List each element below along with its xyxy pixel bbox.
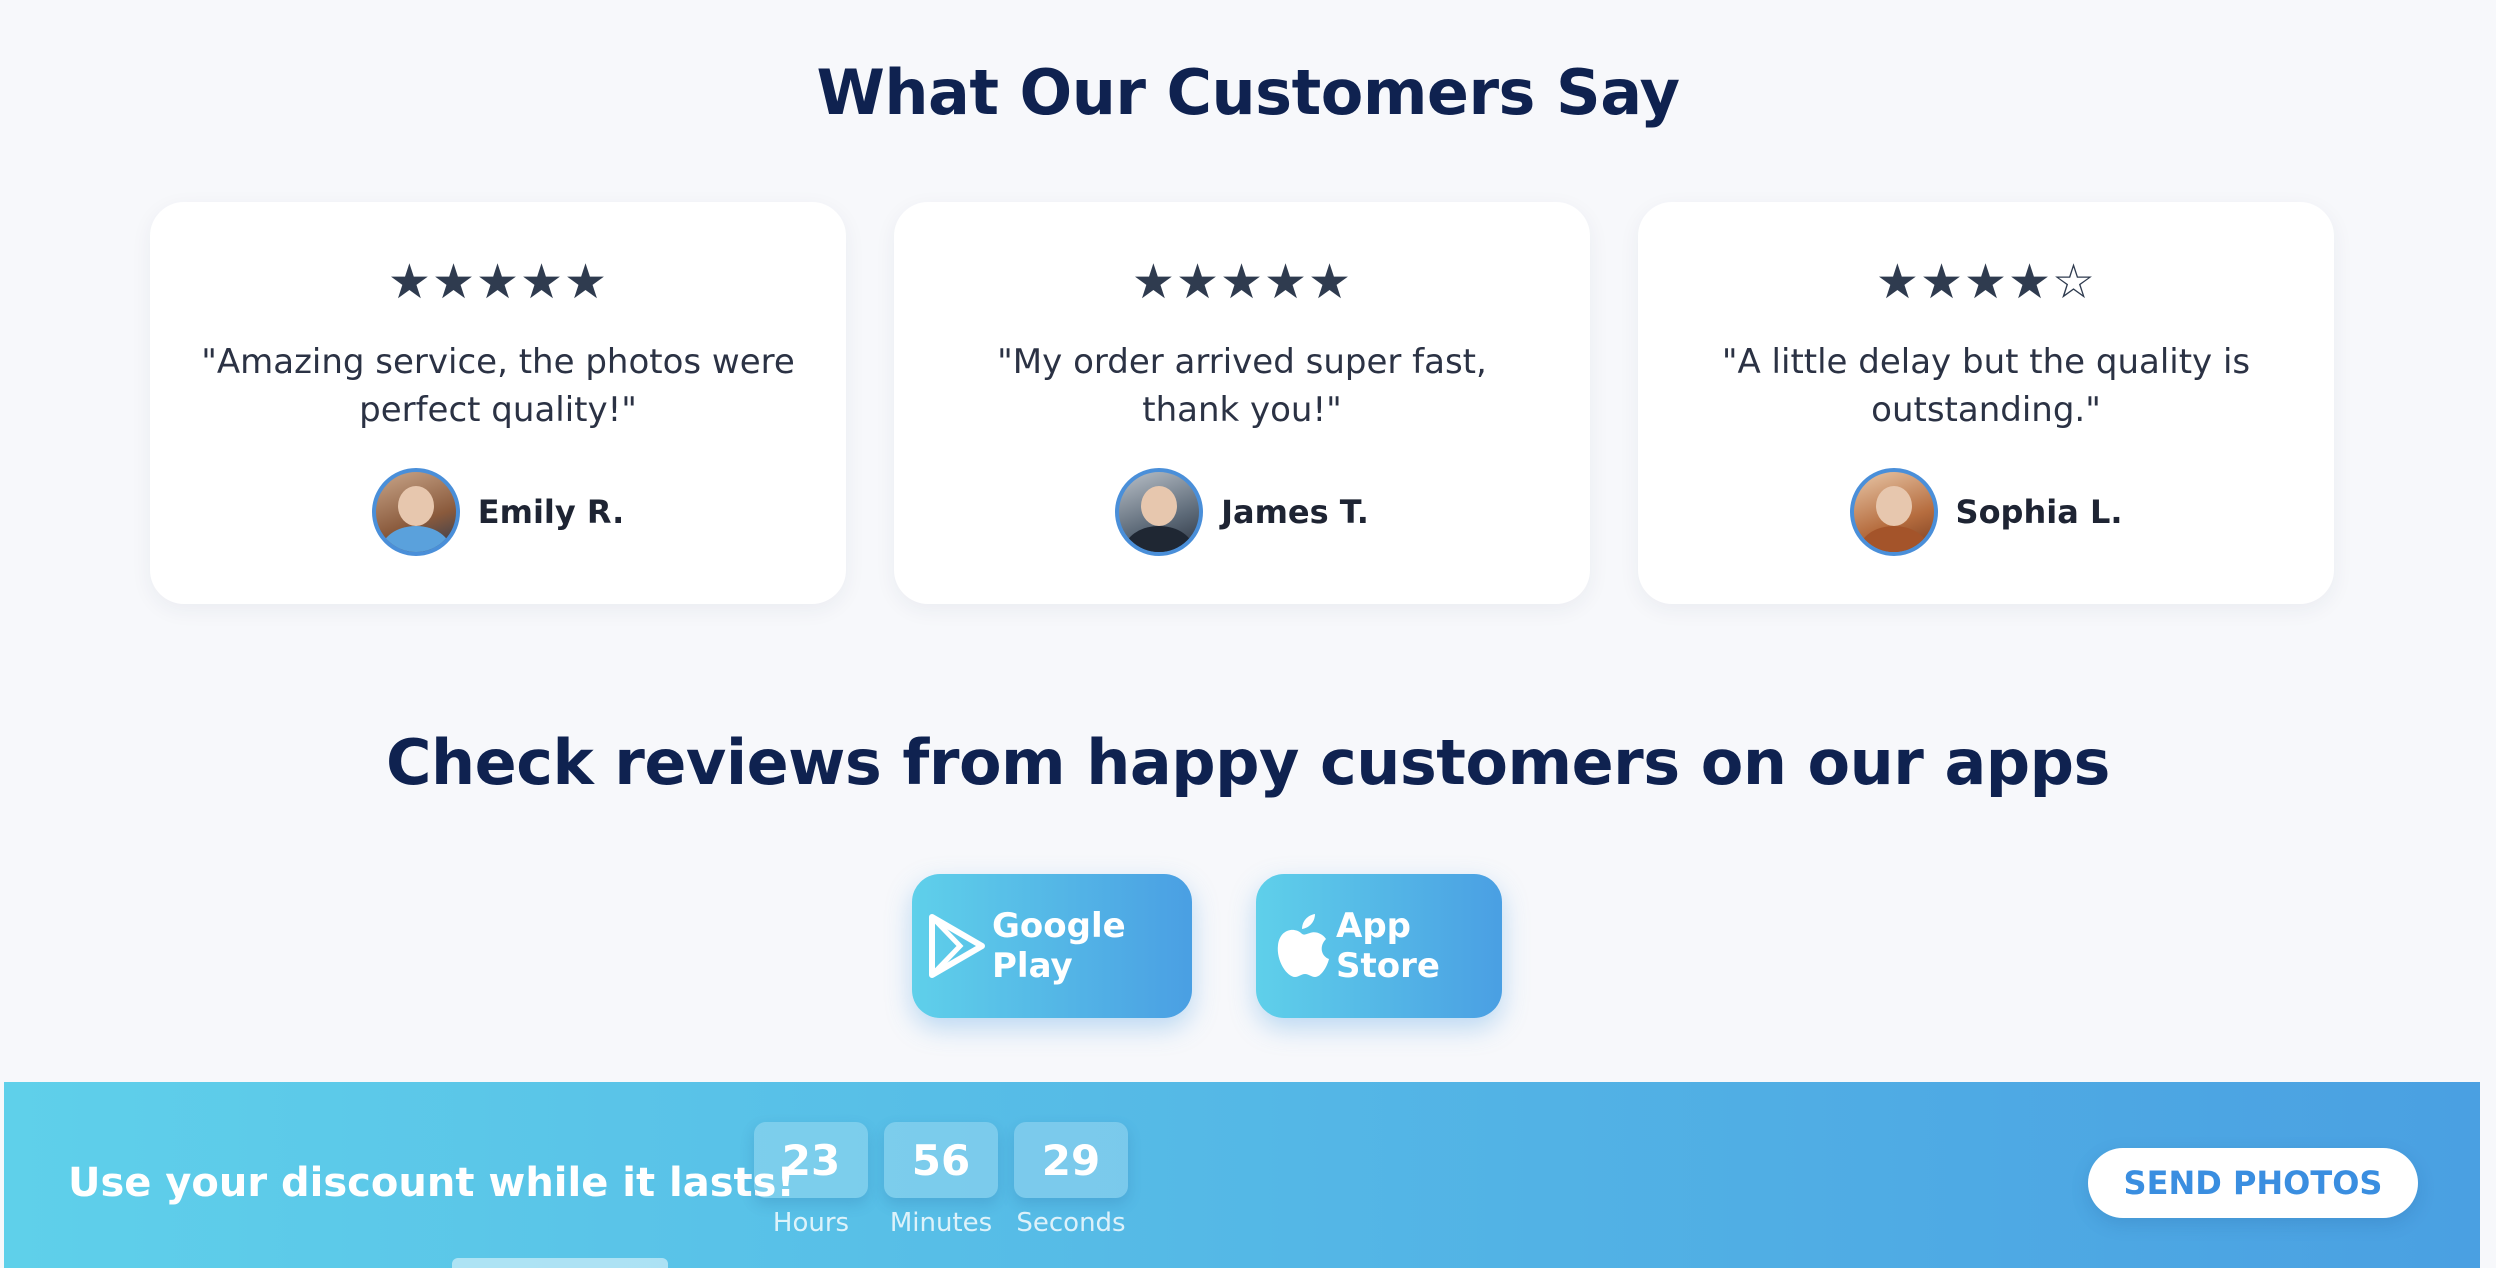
send-photos-button[interactable]: SEND PHOTOS	[2088, 1148, 2418, 1218]
avatar	[1115, 468, 1204, 556]
countdown-value: 29	[1014, 1122, 1128, 1198]
discount-banner: Use your discount while it lasts! 23 Hou…	[4, 1082, 2480, 1268]
review-card: ★★★★★ "My order arrived super fast, than…	[894, 202, 1590, 604]
star-rating: ★★★★☆	[1875, 254, 2097, 310]
review-card: ★★★★☆ "A little delay but the quality is…	[1638, 202, 2334, 604]
countdown-hours: 23 Hours	[754, 1122, 868, 1238]
review-quote: "A little delay but the quality is outst…	[1721, 342, 2251, 430]
apple-icon	[1277, 914, 1329, 977]
avatar	[1849, 468, 1938, 556]
review-cards: ★★★★★ "Amazing service, the photos were …	[150, 202, 2334, 604]
countdown-seconds: 29 Seconds	[1014, 1122, 1128, 1238]
review-quote: "My order arrived super fast, thank you!…	[997, 342, 1487, 430]
review-quote: "Amazing service, the photos were perfec…	[201, 342, 795, 430]
author-name: Sophia L.	[1955, 493, 2123, 531]
countdown-timer: 23 Hours 56 Minutes 29 Seconds	[754, 1122, 1128, 1238]
countdown-value: 56	[884, 1122, 998, 1198]
google-play-icon	[929, 914, 985, 978]
google-play-label: Google Play	[992, 906, 1126, 986]
countdown-minutes: 56 Minutes	[884, 1122, 998, 1238]
apps-section-title: Check reviews from happy customers on ou…	[386, 726, 2110, 799]
star-rating: ★★★★★	[1131, 254, 1353, 310]
google-play-button[interactable]: Google Play	[912, 874, 1192, 1018]
banner-tab[interactable]	[452, 1258, 668, 1268]
review-author: James T.	[894, 468, 1590, 556]
review-author: Sophia L.	[1638, 468, 2334, 556]
author-name: Emily R.	[477, 493, 625, 531]
review-card: ★★★★★ "Amazing service, the photos were …	[150, 202, 846, 604]
countdown-label: Seconds	[1016, 1208, 1126, 1238]
star-rating: ★★★★★	[387, 254, 609, 310]
countdown-value: 23	[754, 1122, 868, 1198]
author-name: James T.	[1221, 493, 1369, 531]
countdown-label: Hours	[772, 1208, 850, 1238]
app-store-label: App Store	[1336, 906, 1440, 986]
reviews-section-title: What Our Customers Say	[816, 56, 1680, 129]
countdown-label: Minutes	[889, 1208, 993, 1238]
review-author: Emily R.	[150, 468, 846, 556]
avatar	[371, 468, 460, 556]
store-buttons: Google Play App Store	[0, 874, 2496, 1018]
discount-text: Use your discount while it lasts!	[68, 1160, 795, 1206]
app-store-button[interactable]: App Store	[1256, 874, 1502, 1018]
